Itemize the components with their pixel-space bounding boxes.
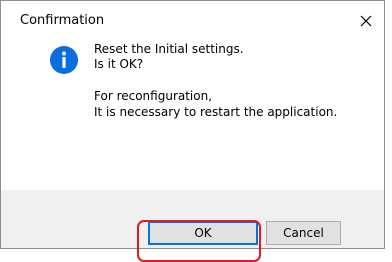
ok-button[interactable]: OK (148, 221, 258, 245)
message-line-1: Reset the Initial settings. (94, 42, 244, 56)
button-footer: OK Cancel (1, 190, 384, 248)
dialog-title: Confirmation (20, 13, 105, 28)
close-button[interactable] (350, 1, 384, 41)
dialog-body: Reset the Initial settings. Is it OK? Fo… (1, 41, 384, 191)
message-line-2: Is it OK? (94, 57, 144, 71)
title-bar: Confirmation (1, 1, 384, 41)
message-line-4: It is necessary to restart the applicati… (94, 105, 338, 119)
close-icon (360, 15, 372, 27)
cancel-button[interactable]: Cancel (266, 221, 341, 245)
message-line-3: For reconfiguration, (94, 89, 213, 103)
information-icon (50, 46, 78, 74)
confirmation-dialog: Confirmation Reset the Initial settings.… (0, 0, 385, 249)
